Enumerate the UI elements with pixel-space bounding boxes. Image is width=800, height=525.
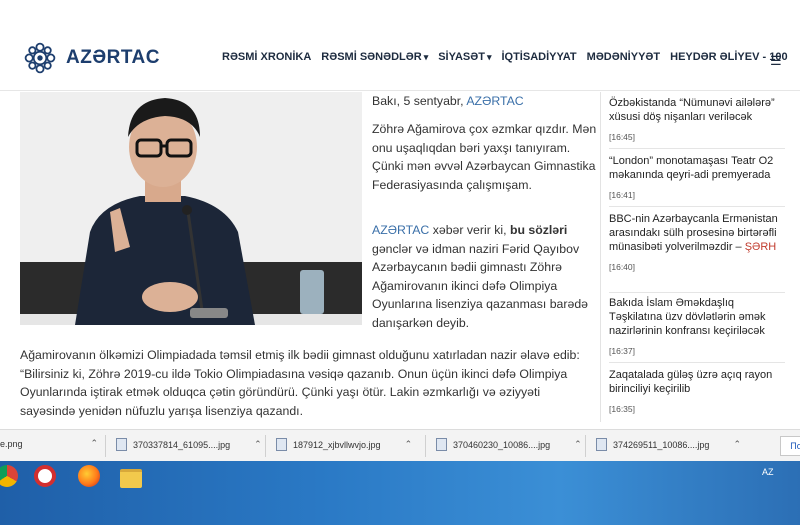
chevron-up-icon[interactable]: ⌃: [574, 439, 582, 450]
divider: [585, 435, 586, 457]
nav-item-resmi-xronika[interactable]: RƏSMİ XRONİKA: [222, 51, 311, 63]
article-paragraph-1: Zöhrə Ağamirova çox əzmkar qızdır. Mən o…: [372, 122, 597, 192]
chevron-up-icon[interactable]: ⌃: [733, 439, 741, 450]
download-item[interactable]: 370460230_10086....jpg ⌃: [436, 438, 582, 451]
firefox-icon[interactable]: [78, 465, 100, 487]
language-indicator[interactable]: AZ: [762, 467, 774, 477]
chevron-up-icon[interactable]: ⌃: [405, 439, 413, 450]
main-nav: RƏSMİ XRONİKA RƏSMİ SƏNƏDLƏR ▾ SİYASƏT ▾ İ…: [222, 51, 788, 63]
nav-label: İQTİSADİYYAT: [501, 51, 577, 63]
downloads-bar: e.png ⌃ 370337814_61095....jpg ⌃ 187912_…: [0, 429, 800, 462]
nav-label: MƏDƏNİYYƏT: [586, 51, 661, 63]
download-item[interactable]: 374269511_10086....jpg ⌃: [596, 438, 741, 451]
windows-taskbar: AZ: [0, 461, 800, 525]
chevron-up-icon[interactable]: ⌃: [91, 438, 99, 449]
news-item[interactable]: “London” monotamaşası Teatr O2 məkanında…: [609, 154, 785, 202]
nav-item-medeniyyet[interactable]: MƏDƏNİYYƏT: [587, 51, 660, 63]
article-paragraph-2: AZƏRTAC xəbər verir ki, bu sözləri gəncl…: [372, 221, 602, 332]
paragraph-bold-text: bu sözləri: [509, 223, 568, 237]
nav-label: RƏSMİ SƏNƏDLƏR: [321, 51, 422, 63]
divider: [425, 435, 426, 457]
chevron-down-icon: ▾: [486, 51, 492, 62]
download-filename: 374269511_10086....jpg: [613, 439, 710, 450]
opera-icon[interactable]: [34, 465, 56, 487]
nav-label: SİYASƏT: [438, 51, 485, 63]
show-all-button[interactable]: Пo: [780, 436, 800, 456]
news-time: [16:37]: [609, 346, 635, 356]
chevron-up-icon[interactable]: ⌃: [254, 439, 262, 450]
news-title: “London” monotamaşası Teatr O2 məkanında…: [609, 155, 774, 181]
download-filename: 370337814_61095....jpg: [133, 439, 231, 450]
paragraph-text: gənclər və idman naziri Fərid Qayıbov Az…: [372, 241, 589, 330]
hamburger-icon[interactable]: ☰: [770, 53, 782, 69]
news-time: [16:40]: [609, 262, 635, 272]
divider: [105, 435, 106, 457]
logo-text: AZƏRTAC: [66, 47, 160, 68]
site-logo[interactable]: AZƏRTAC: [22, 40, 160, 76]
brand-link[interactable]: AZƏRTAC: [372, 223, 429, 237]
news-feed-sidebar: Özbəkistanda “Nümunəvi ailələrə” xüsusi …: [600, 92, 789, 422]
article-dateline: Bakı, 5 sentyabr, AZƏRTAC: [372, 92, 524, 111]
image-file-icon: [116, 438, 127, 451]
dateline-text: Bakı, 5 sentyabr,: [372, 94, 464, 108]
image-file-icon: [276, 438, 287, 451]
article-paragraph-3: Ağamirovanın ölkəmizi Olimpiadada təmsil…: [20, 348, 580, 418]
nav-item-siyaset[interactable]: SİYASƏT ▾: [438, 51, 491, 63]
azertac-logo-icon: [24, 42, 56, 74]
download-item[interactable]: 370337814_61095....jpg ⌃: [116, 438, 262, 451]
news-item[interactable]: Zaqatalada güləş üzrə açıq rayon birinci…: [609, 368, 785, 416]
site-header: AZƏRTAC RƏSMİ XRONİKA RƏSMİ SƏNƏDLƏR ▾ Sİ…: [0, 20, 800, 91]
news-time: [16:35]: [609, 404, 635, 414]
image-file-icon: [436, 438, 447, 451]
divider: [609, 292, 785, 293]
news-title: Bakıda İslam Əməkdaşlıq Təşkilatına üzv …: [609, 297, 766, 337]
news-title: Özbəkistanda “Nümunəvi ailələrə” xüsusi …: [609, 97, 775, 123]
news-item[interactable]: Bakıda İslam Əməkdaşlıq Təşkilatına üzv …: [609, 296, 785, 358]
news-title: Zaqatalada güləş üzrə açıq rayon birinci…: [609, 369, 773, 395]
paragraph-text: xəbər verir ki,: [429, 223, 510, 237]
download-filename: 370460230_10086....jpg: [453, 439, 551, 450]
news-time: [16:41]: [609, 190, 635, 200]
dateline-brand-link[interactable]: AZƏRTAC: [466, 94, 523, 108]
image-file-icon: [596, 438, 607, 451]
nav-item-resmi-senedler[interactable]: RƏSMİ SƏNƏDLƏR ▾: [321, 51, 428, 63]
divider: [609, 206, 785, 207]
divider: [609, 148, 785, 149]
download-item[interactable]: 187912_xjbvllwvjo.jpg ⌃: [276, 438, 412, 451]
news-time: [16:45]: [609, 132, 635, 142]
download-filename: e.png: [0, 438, 23, 449]
news-item[interactable]: BBC-nin Azərbaycanla Ermənistan arasında…: [609, 212, 785, 274]
divider: [609, 362, 785, 363]
chrome-icon[interactable]: [0, 465, 18, 487]
file-explorer-icon[interactable]: [120, 469, 142, 488]
chevron-down-icon: ▾: [423, 51, 429, 62]
download-filename: 187912_xjbvllwvjo.jpg: [293, 439, 381, 450]
nav-item-iqtisadiyyat[interactable]: İQTİSADİYYAT: [501, 51, 576, 63]
nav-label: RƏSMİ XRONİKA: [222, 51, 312, 63]
news-item[interactable]: Özbəkistanda “Nümunəvi ailələrə” xüsusi …: [609, 96, 785, 144]
article-body: Bakı, 5 sentyabr, AZƏRTAC Zöhrə Ağamirov…: [20, 92, 596, 422]
top-strip: [0, 0, 800, 20]
download-item[interactable]: e.png ⌃: [0, 438, 98, 449]
news-highlight: ŞƏRH: [744, 241, 777, 253]
divider: [265, 435, 266, 457]
